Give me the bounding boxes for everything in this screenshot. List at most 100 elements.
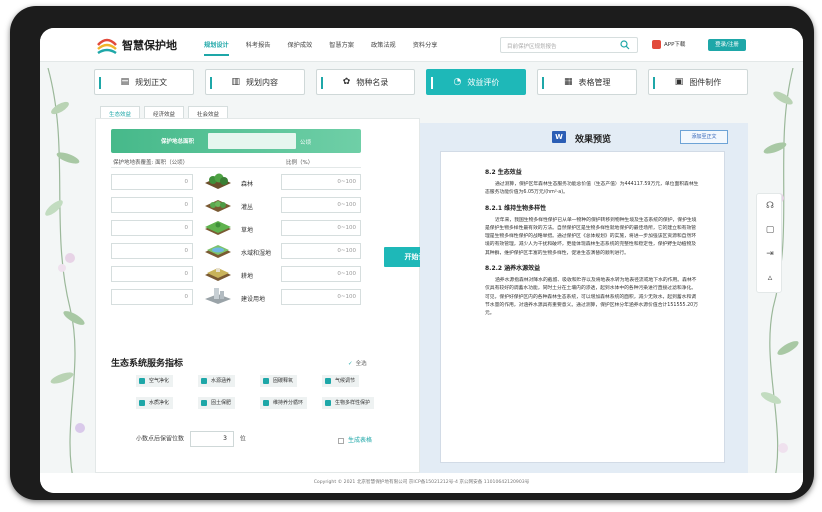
app-logo-icon [97, 38, 117, 55]
checkbox-biodiversity[interactable]: 生物多样性保护 [322, 397, 375, 409]
document-preview: 8.2 生态效益 通过测算，保护区年森林生态服务功能总价值（生态产值）为4441… [440, 151, 725, 463]
ratio-input[interactable]: 0~100 [281, 174, 361, 190]
tab-table-management[interactable]: ▦ 表格管理 [537, 69, 638, 95]
app-download-label: APP下载 [664, 42, 686, 48]
checkbox-water-purification[interactable]: 水质净化 [136, 397, 174, 409]
services-title: 生态系统服务指标 [111, 359, 184, 369]
nav-item-resources[interactable]: 资料分享 [413, 40, 438, 49]
land-name: 水域和湿地 [241, 250, 272, 257]
app-download-link[interactable]: APP下载 [652, 40, 685, 49]
land-name: 草地 [241, 227, 254, 234]
area-input[interactable]: 0 [111, 243, 193, 259]
generate-table-checkbox[interactable]: 生成表格 [338, 435, 372, 444]
doc-heading: 8.2 生态效益 [485, 169, 522, 176]
header-divider [111, 167, 361, 168]
search-input[interactable]: 目前保护区规划报告 [500, 37, 638, 53]
select-all-checkbox[interactable]: ✓ 全选 [348, 359, 367, 367]
checkbox-icon [139, 400, 145, 406]
building-icon [205, 288, 231, 304]
land-name: 耕地 [241, 273, 254, 280]
nav-item-planning[interactable]: 规划设计 [204, 40, 229, 56]
top-navigation-bar: 智慧保护地 规划设计 科考报告 保护成效 智慧方案 政策法规 资料分享 目前保护… [40, 28, 803, 62]
checkbox-icon [201, 378, 207, 384]
add-to-text-button[interactable]: 添加至正文 [680, 130, 728, 144]
back-to-top-icon[interactable]: ▵ [757, 266, 783, 290]
land-name: 灌丛 [241, 204, 254, 211]
area-column-header: 保护地地表覆盖: 面积（公顷） [113, 160, 189, 166]
tab-species[interactable]: ✿ 物种名录 [315, 69, 416, 95]
ratio-input[interactable]: 0~100 [281, 289, 361, 305]
clipboard-icon[interactable]: ▢ [757, 218, 783, 242]
tab-benefit-evaluation[interactable]: ◔ 效益评价 [426, 69, 527, 95]
checkbox-icon [338, 437, 344, 444]
grassland-icon [205, 221, 231, 235]
land-row-shrub: 0 灌丛 0~100 [111, 197, 361, 215]
app-title: 智慧保护地 [122, 39, 177, 52]
nav-item-survey[interactable]: 科考报告 [246, 40, 271, 49]
app-icon [652, 40, 661, 49]
doc-heading: 8.2.1 维持生物多样性 [485, 204, 547, 212]
ratio-input[interactable]: 0~100 [281, 220, 361, 236]
decimal-unit: 位 [239, 435, 246, 443]
checkbox-icon [325, 378, 331, 384]
nav-item-policy[interactable]: 政策法规 [371, 40, 396, 49]
tab-plan-content[interactable]: ▥ 规划内容 [204, 69, 305, 95]
word-document-icon: W [552, 131, 566, 143]
tab-label: 表格管理 [578, 77, 611, 87]
area-input[interactable]: 0 [111, 289, 193, 305]
checkbox-climate-regulation[interactable]: 气候调节 [322, 375, 360, 387]
checkbox-carbon-fixation[interactable]: 固碳释氧 [260, 375, 298, 387]
document-icon: ▤ [120, 77, 130, 87]
table-icon: ▦ [563, 77, 573, 87]
forest-icon [205, 173, 231, 189]
doc-heading: 8.2.2 涵养水源效益 [485, 265, 541, 273]
checkbox-label: 固碳释氧 [273, 378, 294, 384]
land-row-grassland: 0 草地 0~100 [111, 220, 361, 238]
tab-label: 物种名录 [356, 77, 389, 87]
tab-map-making[interactable]: ▣ 图件制作 [648, 69, 748, 95]
calculation-panel: 保护地总面积 公顷 保护地地表覆盖: 面积（公顷） 比例（%） 0 森林 0~1… [95, 118, 420, 473]
doc-paragraph: 通过测算，保护区年森林生态服务功能总价值（生态产值）为444117.59万元，单… [485, 182, 699, 196]
tab-label: 规划正文 [135, 77, 168, 87]
decimal-places-input[interactable]: 3 [189, 431, 234, 447]
area-input[interactable]: 0 [111, 174, 193, 190]
nav-item-effect[interactable]: 保护成效 [288, 40, 313, 49]
ratio-input[interactable]: 0~100 [281, 243, 361, 259]
login-button[interactable]: 登录/注册 [708, 39, 746, 51]
preview-panel: W 效果预览 添加至正文 8.2 生态效益 通过测算，保护区年森林生态服务功能总… [420, 123, 748, 473]
floating-toolbar: ☊ ▢ ⇥ ▵ [756, 193, 782, 293]
checkbox-label: 水源涵养 [211, 378, 232, 384]
main-nav: 规划设计 科考报告 保护成效 智慧方案 政策法规 资料分享 [204, 40, 455, 56]
checkbox-water-conservation[interactable]: 水源涵养 [198, 375, 236, 387]
area-input[interactable]: 0 [111, 266, 193, 282]
tab-label: 图件制作 [689, 77, 722, 87]
headset-icon[interactable]: ☊ [757, 194, 783, 218]
checkbox-icon [263, 400, 269, 406]
list-icon: ▥ [231, 77, 240, 87]
checkbox-soil-conservation[interactable]: 固土保肥 [198, 397, 236, 409]
shrub-icon [205, 200, 231, 212]
checkbox-air-purification[interactable]: 空气净化 [136, 375, 174, 387]
tab-plan-text[interactable]: ▤ 规划正文 [94, 69, 194, 95]
select-all-label: 全选 [355, 361, 367, 367]
nav-item-solutions[interactable]: 智慧方案 [329, 40, 354, 49]
checkbox-label: 空气净化 [149, 378, 170, 384]
checkbox-icon [139, 378, 145, 384]
ratio-input[interactable]: 0~100 [281, 197, 361, 213]
area-input[interactable]: 0 [111, 197, 193, 213]
area-input[interactable]: 0 [111, 220, 193, 236]
search-icon[interactable] [620, 40, 630, 50]
checkbox-nutrient-cycle[interactable]: 维持养分循环 [260, 397, 308, 409]
total-area-label: 保护地总面积 [161, 139, 195, 145]
ratio-input[interactable]: 0~100 [281, 266, 361, 282]
checkbox-label: 固土保肥 [211, 400, 232, 406]
export-icon[interactable]: ⇥ [757, 242, 783, 266]
total-area-input[interactable] [208, 133, 296, 149]
decimal-label: 小数点后保留位数 [136, 435, 185, 443]
total-area-bar: 保护地总面积 公顷 [111, 129, 361, 153]
checkbox-label: 气候调节 [335, 378, 356, 384]
checkbox-label: 生物多样性保护 [335, 400, 371, 406]
footer: Copyright © 2021 北京智慧保护地有限公司 京ICP备150212… [40, 473, 803, 493]
wetland-icon [205, 245, 231, 258]
land-row-forest: 0 森林 0~100 [111, 173, 361, 192]
